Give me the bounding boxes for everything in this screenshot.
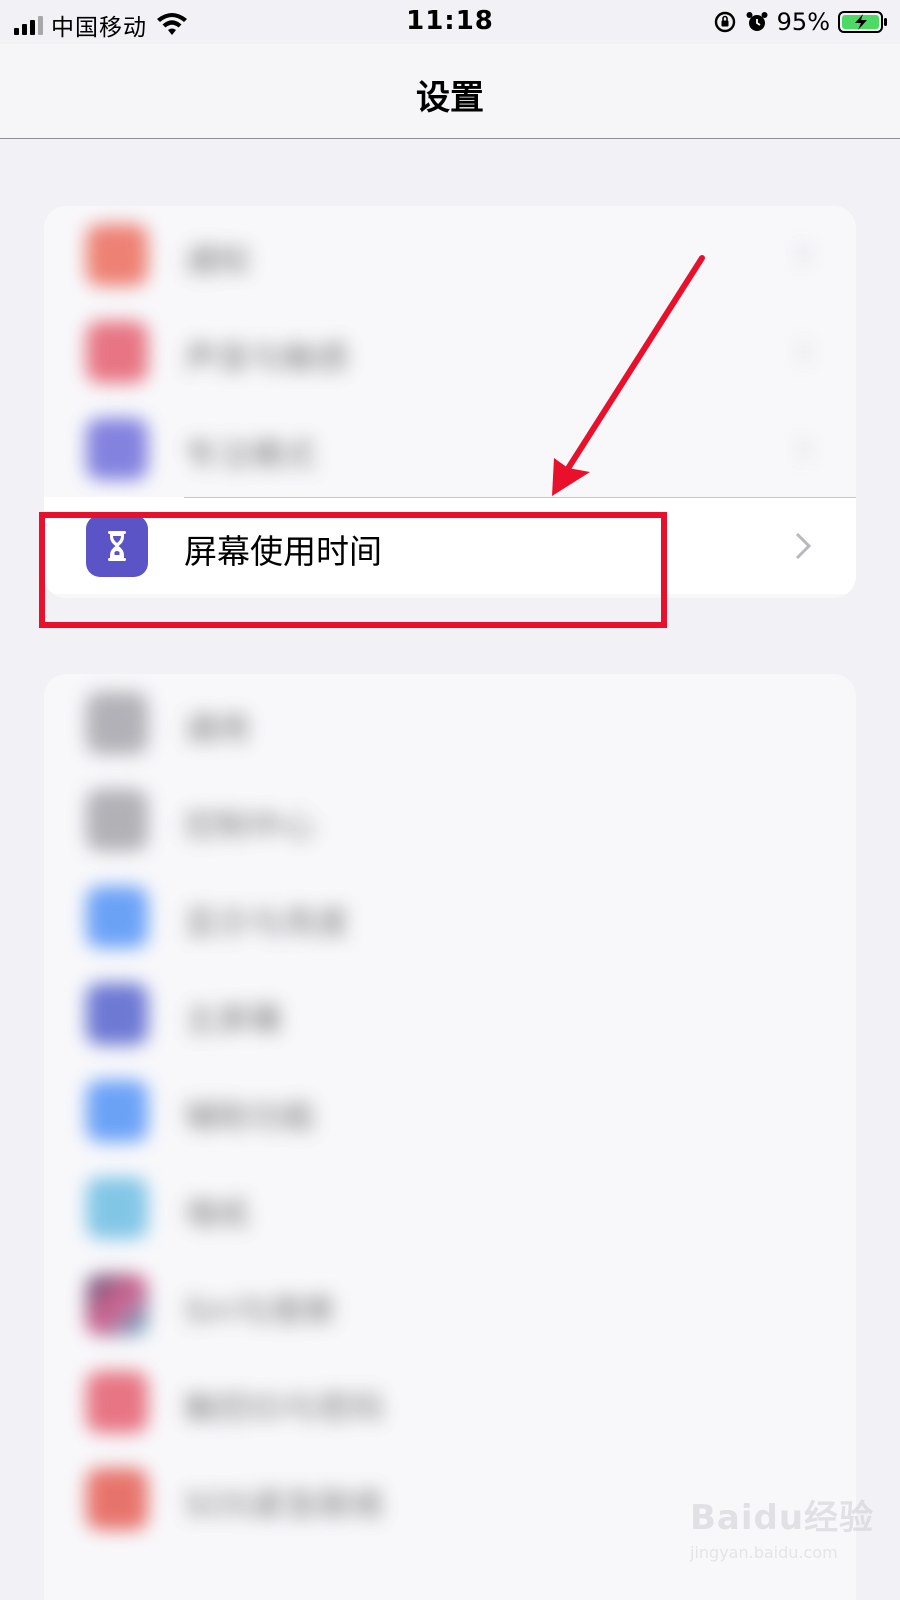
- control-center-icon: [86, 789, 148, 851]
- row-label: SOS紧急联络: [184, 1485, 384, 1524]
- chevron-right-icon: [795, 338, 812, 366]
- row-label: 声音与触感: [184, 338, 349, 377]
- battery-charging-icon: [838, 11, 887, 33]
- wallpaper-icon: [86, 1177, 148, 1239]
- list-item[interactable]: Siri与搜索: [44, 1256, 856, 1353]
- watermark: Baidu经验 jingyan.baidu.com: [690, 1490, 880, 1580]
- touch-id-icon: [86, 1371, 148, 1433]
- row-label: 通知: [184, 241, 250, 280]
- sounds-icon: [86, 321, 148, 383]
- highlight-box: [39, 512, 667, 628]
- navigation-bar: 设置: [0, 44, 900, 139]
- row-label: 主屏幕: [184, 1000, 283, 1039]
- watermark-logo: Baidu经验: [690, 1498, 875, 1538]
- status-bar: 中国移动 11:18 95%: [0, 0, 900, 44]
- list-item[interactable]: 显示与亮度: [44, 868, 856, 965]
- list-item[interactable]: 通用: [44, 674, 856, 771]
- alarm-icon: [746, 12, 768, 31]
- chevron-right-icon: [795, 532, 812, 560]
- row-label: Siri与搜索: [184, 1291, 336, 1330]
- row-label: 墙纸: [184, 1194, 250, 1233]
- orientation-lock-icon: [714, 11, 735, 33]
- status-right: 95%: [713, 8, 888, 36]
- list-item[interactable]: 声音与触感: [44, 303, 856, 400]
- row-label: 通用: [184, 709, 250, 748]
- list-item[interactable]: 墙纸: [44, 1159, 856, 1256]
- list-item[interactable]: 通知: [44, 206, 856, 303]
- row-label: 显示与亮度: [184, 903, 349, 942]
- settings-screen: 中国移动 11:18 95% 设置 通知 声音与触感 专注模式 屏幕使用时间 通…: [0, 0, 900, 1600]
- gear-icon: [86, 692, 148, 754]
- battery-percent: 95%: [776, 8, 830, 36]
- row-label: 辅助功能: [184, 1097, 316, 1136]
- list-item[interactable]: 辅助功能: [44, 1062, 856, 1159]
- accessibility-icon: [86, 1080, 148, 1142]
- sos-icon: [86, 1468, 148, 1530]
- row-label: 控制中心: [184, 806, 316, 845]
- row-label: 专注模式: [184, 435, 316, 474]
- watermark-url: jingyan.baidu.com: [690, 1543, 838, 1562]
- list-item[interactable]: 专注模式: [44, 400, 856, 497]
- list-item[interactable]: 控制中心: [44, 771, 856, 868]
- chevron-right-icon: [795, 241, 812, 269]
- list-item[interactable]: 触控ID与密码: [44, 1353, 856, 1450]
- row-divider: [184, 497, 856, 498]
- focus-icon: [86, 418, 148, 480]
- row-label: 触控ID与密码: [184, 1388, 385, 1427]
- notifications-icon: [86, 224, 148, 286]
- display-icon: [86, 886, 148, 948]
- page-title: 设置: [416, 78, 484, 118]
- siri-icon: [86, 1274, 148, 1336]
- chevron-right-icon: [795, 435, 812, 463]
- list-item[interactable]: 主屏幕: [44, 965, 856, 1062]
- home-screen-icon: [86, 983, 148, 1045]
- settings-group-2: 通用 控制中心 显示与亮度 主屏幕 辅助功能 墙纸 Siri与搜索 触控ID与密…: [44, 674, 856, 1600]
- annotation-arrow-icon: [552, 255, 705, 496]
